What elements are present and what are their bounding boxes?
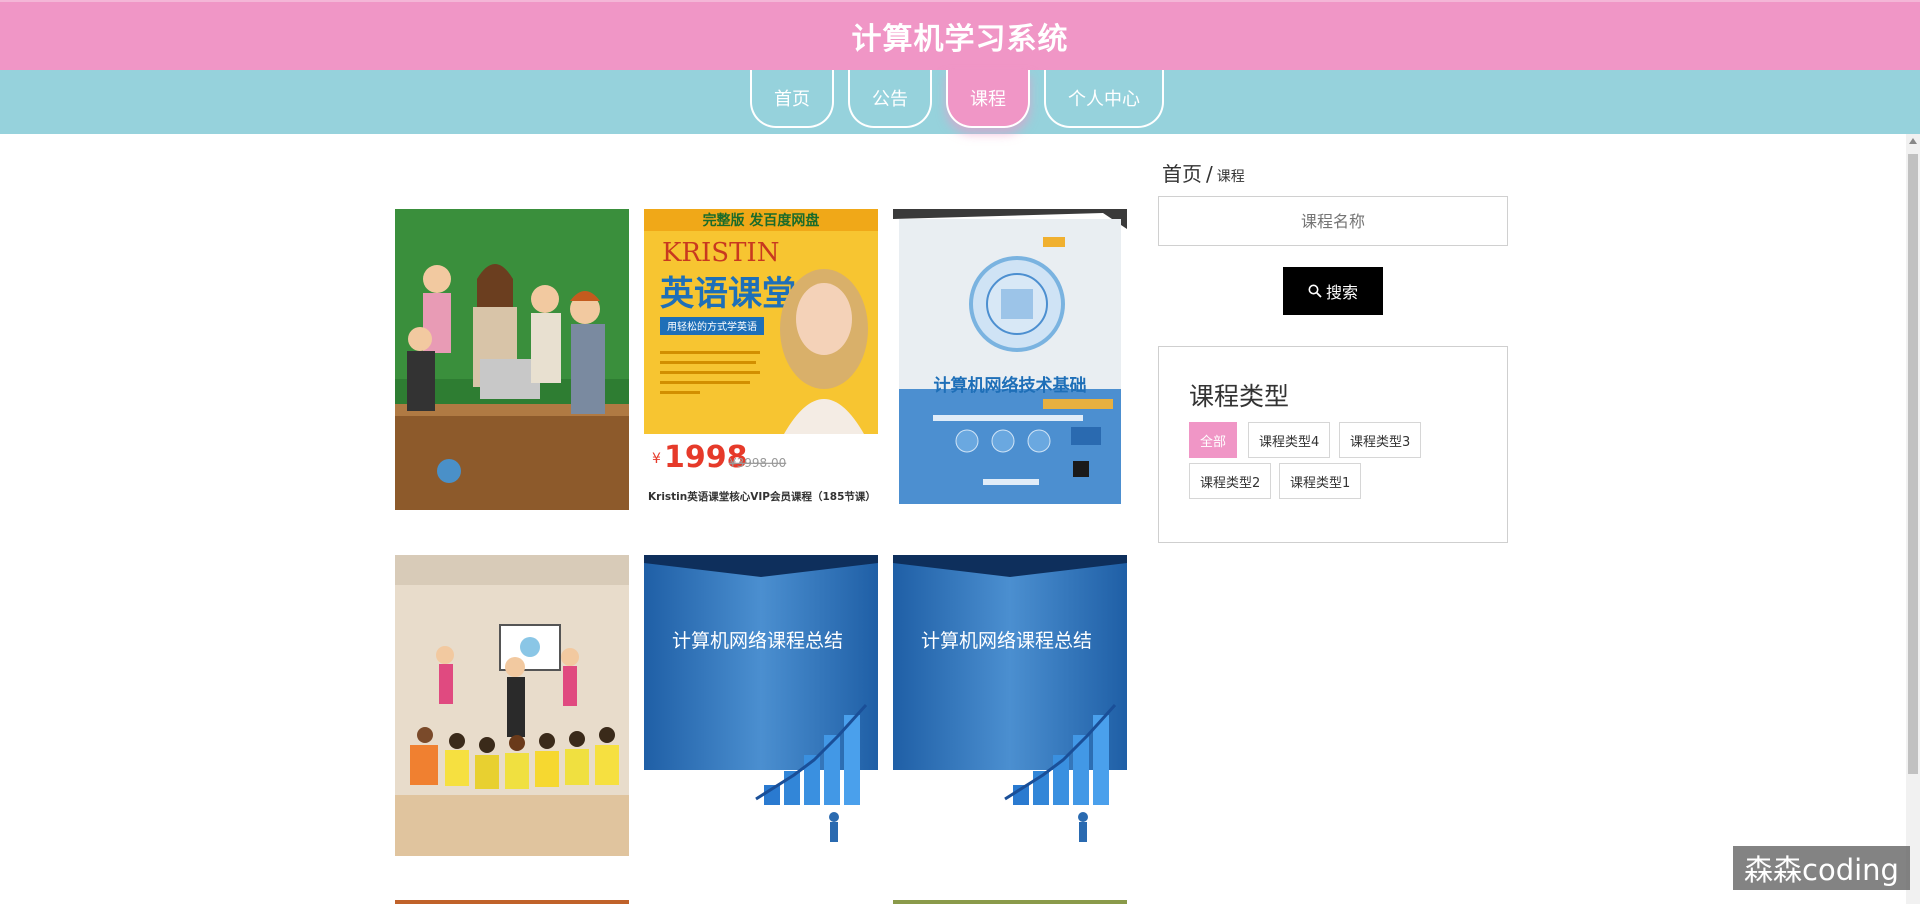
nav-item-announcements[interactable]: 公告 [848,70,932,128]
course-type-panel: 课程类型 全部 课程类型4 课程类型3 课程类型2 课程类型1 [1158,346,1508,543]
english-course-poster-image: 完整版 发百度网盘 KRISTIN 英语课堂 用轻松的方式学英语 ¥ 1998 … [644,209,878,510]
nav-item-home[interactable]: 首页 [750,70,834,128]
nav-item-profile[interactable]: 个人中心 [1044,70,1164,128]
course-card[interactable]: 计算机网络课程总结 [644,555,878,856]
scrollbar-thumb[interactable] [1908,154,1918,774]
course-card-partial[interactable] [395,900,629,904]
network-summary-slide-image: 计算机网络课程总结 [644,555,878,856]
course-type-tag-all[interactable]: 全部 [1189,422,1238,458]
course-type-tag[interactable]: 课程类型1 [1279,463,1362,499]
nav-item-courses[interactable]: 课程 [946,70,1030,128]
classroom-photo-image [395,209,629,510]
page-scrollbar[interactable] [1906,134,1920,904]
original-price: ¥3998.00 [729,456,786,470]
course-name: Kristin英语课堂核心VIP会员课程（185节课） [648,490,876,503]
network-summary-slide-image: 计算机网络课程总结 [893,555,1127,856]
course-card[interactable]: 计算机网络课程总结 [893,555,1127,856]
breadcrumb-current: 课程 [1216,169,1245,185]
course-type-tag[interactable]: 课程类型4 [1248,422,1331,458]
course-type-title: 课程类型 [1189,382,1290,411]
course-card[interactable]: 完整版 发百度网盘 KRISTIN 英语课堂 用轻松的方式学英语 ¥ 1998 … [644,209,878,510]
search-button-label: 搜索 [1325,285,1358,302]
site-title: 计算机学习系统 [851,22,1069,57]
search-button[interactable]: 搜索 [1283,267,1383,315]
breadcrumb: 首页 / 课程 [1162,158,1245,187]
breadcrumb-home[interactable]: 首页 [1162,162,1202,186]
textbook-cover-image: 计算机网络技术基础 [893,209,1127,510]
book-title: 计算机网络技术基础 [934,375,1087,396]
classroom-activity-photo-image [395,555,629,856]
scroll-up-arrow-icon[interactable] [1909,138,1917,144]
watermark: 森森coding [1733,846,1910,890]
price-currency: ¥ [652,451,661,467]
course-card[interactable]: 计算机网络技术基础 [893,209,1127,510]
slide-title: 计算机网络课程总结 [672,630,843,652]
course-card-partial[interactable] [893,900,1127,904]
poster-tagline: 用轻松的方式学英语 [667,320,757,333]
poster-banner: 完整版 发百度网盘 [703,212,820,229]
poster-brand: KRISTIN [662,238,779,268]
poster-headline: 英语课堂 [660,274,796,314]
course-name-search-input[interactable] [1158,196,1508,246]
course-card[interactable] [395,555,629,856]
main-nav: 首页 公告 课程 个人中心 [0,70,1920,134]
course-type-tag[interactable]: 课程类型2 [1189,463,1272,499]
course-card[interactable] [395,209,629,510]
course-type-tag[interactable]: 课程类型3 [1339,422,1422,458]
breadcrumb-separator: / [1206,162,1213,186]
site-header: 计算机学习系统 [0,0,1920,70]
search-icon [1308,284,1322,298]
slide-title: 计算机网络课程总结 [921,630,1092,652]
